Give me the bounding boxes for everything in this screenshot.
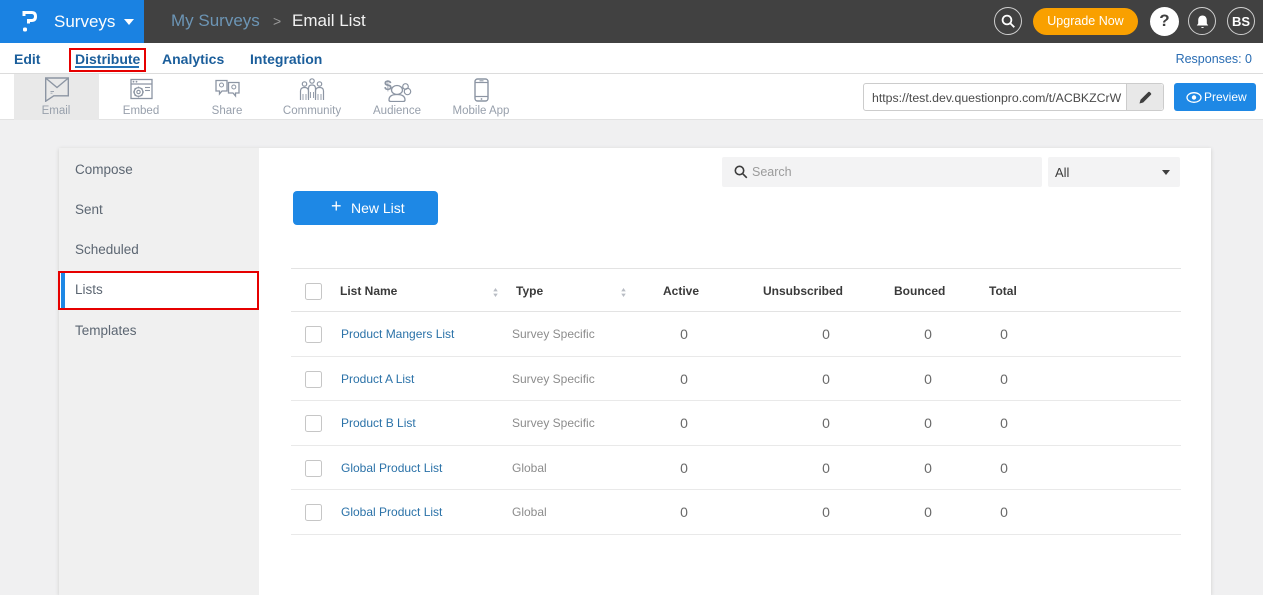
svg-text:$: $	[384, 78, 392, 93]
